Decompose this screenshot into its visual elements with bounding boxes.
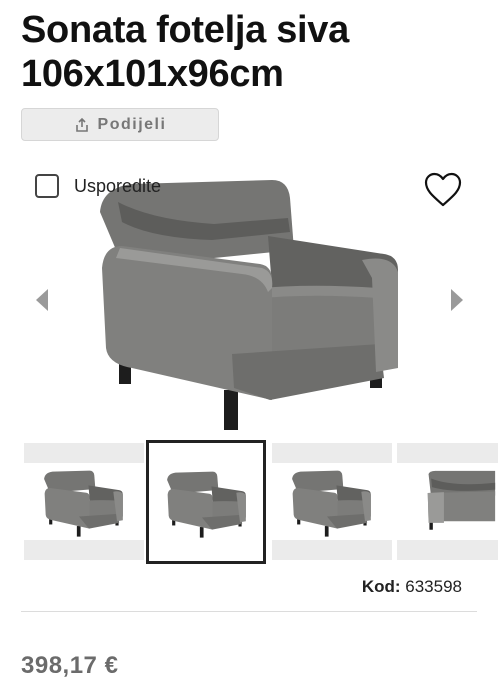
gallery-prev-arrow[interactable] — [36, 289, 48, 311]
product-code-label: Kod: — [361, 577, 401, 596]
product-code-value: 633598 — [405, 577, 462, 596]
thumbnail-2-active[interactable] — [146, 440, 266, 564]
compare-toggle[interactable]: Usporedite — [35, 174, 161, 198]
thumbnail-strip — [0, 440, 498, 564]
product-code: Kod: 633598 — [362, 577, 462, 597]
armchair-icon — [44, 470, 123, 537]
armchair-icon — [292, 470, 371, 537]
compare-label: Usporedite — [74, 175, 162, 196]
armchair-icon — [167, 471, 246, 538]
gallery-next-arrow[interactable] — [451, 289, 463, 311]
thumbnail-4[interactable] — [397, 440, 498, 564]
share-icon — [75, 117, 88, 132]
share-label: Podijeli — [97, 115, 167, 133]
thumbnail-1[interactable] — [24, 440, 144, 564]
heart-icon[interactable] — [424, 172, 462, 208]
product-title: Sonata fotelja siva 106x101x96cm — [21, 9, 349, 95]
compare-checkbox[interactable] — [35, 174, 59, 198]
product-price: 398,17 € — [21, 652, 119, 679]
thumbnail-3[interactable] — [272, 440, 392, 564]
divider — [21, 611, 477, 612]
share-button[interactable]: Podijeli — [21, 108, 219, 141]
armchair-side-icon — [427, 470, 496, 530]
product-main-image[interactable] — [92, 168, 410, 430]
